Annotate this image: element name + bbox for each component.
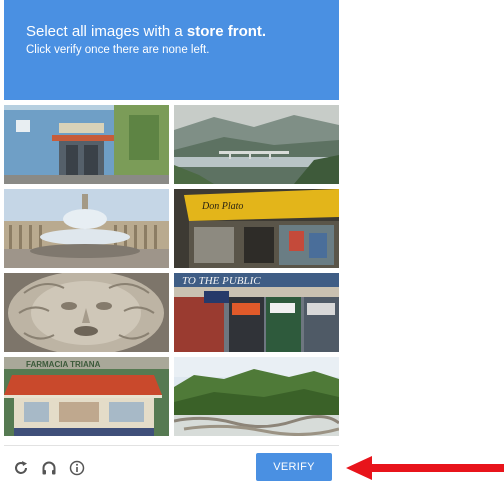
verify-button[interactable]: VERIFY xyxy=(256,453,332,481)
tile-6-image: TO THE PUBLIC xyxy=(174,273,339,352)
tile-4-image: Don Plato xyxy=(174,189,339,268)
challenge-title: Select all images with a store front. xyxy=(26,22,339,41)
challenge-title-prefix: Select all images with a xyxy=(26,23,187,40)
image-tile-7[interactable]: FARMACIA TRIANA xyxy=(4,357,169,436)
info-icon[interactable] xyxy=(68,459,86,477)
tile-8-image xyxy=(174,357,339,436)
tile-7-image: FARMACIA TRIANA xyxy=(4,357,169,436)
image-tile-8[interactable] xyxy=(174,357,339,436)
tile-7-sign-text: FARMACIA TRIANA xyxy=(26,360,101,369)
image-tile-6[interactable]: TO THE PUBLIC xyxy=(174,273,339,352)
challenge-subtitle: Click verify once there are none left. xyxy=(26,44,210,56)
tile-5-image xyxy=(4,273,169,352)
reload-icon[interactable] xyxy=(12,459,30,477)
headphones-icon[interactable] xyxy=(40,459,58,477)
tile-4-sign-text: Don Plato xyxy=(201,201,243,212)
tile-2-image xyxy=(174,105,339,184)
tile-1-image xyxy=(4,105,169,184)
captcha-widget: Select all images with a store front. Cl… xyxy=(0,0,344,482)
red-pointer-arrow xyxy=(346,456,504,480)
footer-divider xyxy=(4,445,339,446)
challenge-header: Select all images with a store front. Cl… xyxy=(4,0,339,100)
challenge-title-keyword: store front. xyxy=(186,23,267,40)
image-tile-2[interactable] xyxy=(174,105,339,184)
image-tile-1[interactable] xyxy=(4,105,169,184)
tile-6-sign-text: TO THE PUBLIC xyxy=(182,275,261,287)
image-tile-5[interactable] xyxy=(4,273,169,352)
image-tile-3[interactable] xyxy=(4,189,169,268)
footer-icon-group xyxy=(12,458,86,478)
tile-3-image xyxy=(4,189,169,268)
image-grid: Don Plato TO THE PUBLIC FARMACIA TRIANA xyxy=(4,105,339,436)
image-tile-4[interactable]: Don Plato xyxy=(174,189,339,268)
